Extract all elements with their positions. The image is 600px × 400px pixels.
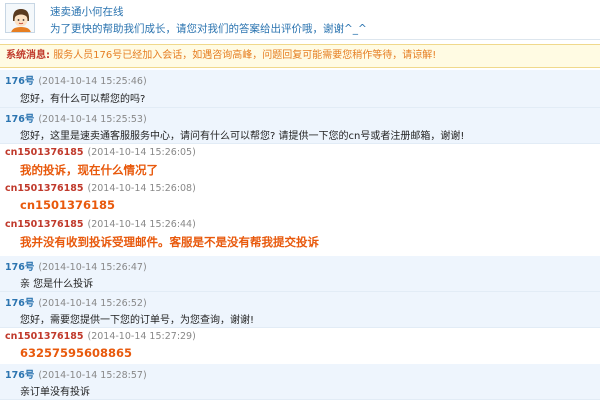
message-time: (2014-10-14 15:26:44) [87,219,196,230]
message-sender: 176号 [5,76,35,87]
message-sender: 176号 [5,262,35,273]
message-text: 亲订单没有投诉 [20,387,90,398]
message-text: cn1501376185 [20,198,116,212]
message-text: 您好，有什么可以帮您的吗? [20,94,146,105]
chat-log[interactable]: 176号 (2014-10-14 15:25:46) 您好，有什么可以帮您的吗? … [0,70,600,400]
chat-header: 速卖通小何在线 为了更快的帮助我们成长，请您对我们的答案给出评价哦，谢谢^_^ [0,0,600,40]
chat-message: cn1501376185 (2014-10-14 15:26:44) 我并没有收到… [0,216,600,252]
agent-title: 速卖通小何在线 [50,6,124,18]
message-text: 我并没有收到投诉受理邮件。客服是不是没有帮我提交投诉 [20,235,319,249]
message-sender: 176号 [5,370,35,381]
message-sender: cn1501376185 [5,331,84,342]
message-sender: cn1501376185 [5,219,84,230]
chat-message: 176号 (2014-10-14 15:26:47) 亲 您是什么投诉 [0,256,600,292]
agent-avatar [5,3,35,33]
chat-message: 176号 (2014-10-14 15:25:46) 您好，有什么可以帮您的吗? [0,70,600,108]
system-notice: 系统消息: 服务人员176号已经加入会话，如遇咨询高峰，问题回复可能需要您稍作等… [0,44,600,68]
message-sender: 176号 [5,114,35,125]
message-time: (2014-10-14 15:28:57) [38,370,147,381]
message-time: (2014-10-14 15:25:53) [38,114,147,125]
system-notice-text: 服务人员176号已经加入会话，如遇咨询高峰，问题回复可能需要您稍作等待，请谅解! [53,50,437,61]
message-time: (2014-10-14 15:26:08) [87,183,196,194]
agent-avatar-icon [6,4,34,32]
chat-message: 176号 (2014-10-14 15:28:57) 亲订单没有投诉 [0,364,600,400]
message-time: (2014-10-14 15:25:46) [38,76,147,87]
message-time: (2014-10-14 15:26:47) [38,262,147,273]
chat-message: cn1501376185 (2014-10-14 15:27:29) 632575… [0,328,600,364]
chat-message: cn1501376185 (2014-10-14 15:26:05) 我的投诉，现… [0,144,600,180]
chat-message: cn1501376185 (2014-10-14 15:26:08) cn1501… [0,180,600,216]
chat-message: 176号 (2014-10-14 15:26:52) 您好，需要您提供一下您的订单… [0,292,600,328]
message-text: 63257595608865 [20,346,133,360]
message-text: 亲 您是什么投诉 [20,279,94,290]
message-sender: cn1501376185 [5,183,84,194]
message-time: (2014-10-14 15:26:52) [38,298,147,309]
message-time: (2014-10-14 15:27:29) [87,331,196,342]
message-sender: cn1501376185 [5,147,84,158]
rating-prompt: 为了更快的帮助我们成长，请您对我们的答案给出评价哦，谢谢^_^ [50,23,367,35]
message-time: (2014-10-14 15:26:05) [87,147,196,158]
message-sender: 176号 [5,298,35,309]
message-text: 您好，需要您提供一下您的订单号，为您查询，谢谢! [20,315,255,326]
message-text: 您好，这里是速卖通客服服务中心，请问有什么可以帮您? 请提供一下您的cn号或者注… [20,131,465,142]
message-text: 我的投诉，现在什么情况了 [20,163,158,177]
chat-message: 176号 (2014-10-14 15:25:53) 您好，这里是速卖通客服服务中… [0,108,600,144]
system-notice-label: 系统消息: [6,50,50,61]
